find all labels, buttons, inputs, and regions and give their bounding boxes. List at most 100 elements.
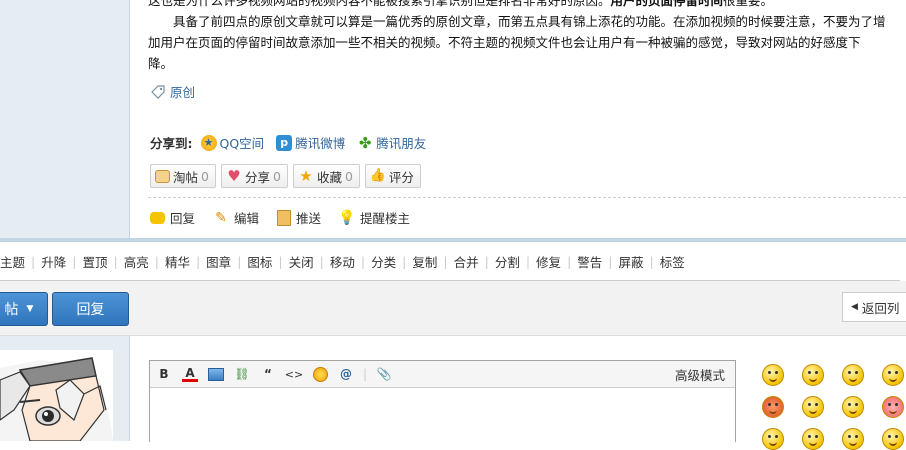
- button-label: 分享: [244, 169, 270, 185]
- post-tag[interactable]: 原创: [150, 82, 195, 101]
- share-qzone[interactable]: ★ QQ空间: [200, 133, 265, 152]
- push-icon: [277, 209, 292, 226]
- mod-item[interactable]: 关闭: [283, 252, 320, 271]
- reply-textarea[interactable]: [150, 388, 735, 442]
- smiley-icon[interactable]: [802, 396, 824, 418]
- pencil-icon: ✎: [215, 209, 227, 226]
- mod-item[interactable]: 屏蔽: [613, 252, 650, 271]
- post-paragraph-1: 具备了前四点的原创文章就可以算是一篇优秀的原创文章，而第五点具有锦上添花的功能。…: [148, 11, 898, 74]
- mod-item[interactable]: 分割: [489, 252, 526, 271]
- post-action-row: 回复 ✎ 编辑 推送 💡 提醒楼主: [150, 208, 410, 227]
- smiley-icon[interactable]: [802, 428, 824, 450]
- smiley-icon[interactable]: [762, 428, 784, 450]
- share-item-label: 腾讯朋友: [376, 136, 427, 151]
- smiley-icon[interactable]: [882, 364, 904, 386]
- smiley-icon[interactable]: [842, 396, 864, 418]
- share-tencent-weibo[interactable]: p 腾讯微博: [276, 133, 345, 152]
- new-post-button[interactable]: 帖 ▼: [0, 292, 48, 326]
- mod-item[interactable]: 升降: [35, 252, 72, 271]
- reply-author-sidebar: [0, 336, 130, 441]
- share-item-label: QQ空间: [219, 136, 265, 151]
- share-row: 分享到: ★ QQ空间 p 腾讯微博 ✤ 腾讯朋友: [150, 133, 438, 152]
- mod-item[interactable]: 警告: [571, 252, 608, 271]
- reply-toolbar: 帖 ▼ 回复 ◀ 返回列: [0, 281, 906, 336]
- mod-item[interactable]: 置顶: [76, 252, 113, 271]
- tray-icon: [155, 169, 170, 183]
- mod-item[interactable]: 高亮: [118, 252, 155, 271]
- mod-item[interactable]: 标签: [654, 252, 691, 271]
- mod-item[interactable]: 主题: [0, 252, 31, 271]
- font-color-icon[interactable]: A: [182, 366, 198, 382]
- taotie-button[interactable]: 淘帖 0: [150, 164, 216, 188]
- paragraph-line: 加用户在页面的停留时间故意添加一些不相关的视频。不符主题的视频文件也会让用户有一…: [148, 35, 861, 50]
- share-button[interactable]: ♥ 分享 0: [220, 164, 288, 188]
- post-author-sidebar: [0, 0, 130, 238]
- paragraph-text: 这也是为什么许多视频网站的视频内容不能被搜索引擎识别但是排名非常好的原因。: [148, 0, 611, 8]
- button-label: 评分: [388, 169, 414, 185]
- post-button-row: 淘帖 0 ♥ 分享 0 ★ 收藏 0 👍 评分: [150, 164, 421, 188]
- smiley-panel: [762, 364, 906, 450]
- paragraph-line: 具备了前四点的原创文章就可以算是一篇优秀的原创文章，而第五点具有锦上添花的功能。…: [148, 14, 886, 29]
- mod-item[interactable]: 移动: [324, 252, 361, 271]
- image-icon[interactable]: [208, 366, 224, 382]
- tencent-weibo-icon: p: [276, 134, 293, 151]
- button-label: 帖: [4, 302, 19, 318]
- smiley-icon[interactable]: [762, 396, 784, 418]
- reply-action[interactable]: 回复: [150, 208, 195, 227]
- smiley-icon[interactable]: [842, 364, 864, 386]
- at-icon[interactable]: @: [338, 366, 354, 382]
- push-action[interactable]: 推送: [277, 208, 321, 227]
- edit-action[interactable]: ✎ 编辑: [213, 208, 259, 227]
- mod-item[interactable]: 修复: [530, 252, 567, 271]
- star-icon: ★: [299, 167, 313, 185]
- button-count: 0: [201, 168, 209, 184]
- smiley-icon[interactable]: [882, 396, 904, 418]
- rate-button[interactable]: 👍 评分: [364, 164, 421, 188]
- mod-item[interactable]: 复制: [406, 252, 443, 271]
- reply-bubble-icon: [150, 211, 165, 224]
- reply-editor: B A ⛓ “ <> @ | 📎 高级模式: [149, 360, 736, 442]
- action-label: 编辑: [234, 211, 260, 226]
- quote-icon[interactable]: “: [260, 366, 276, 382]
- mod-item[interactable]: 图章: [200, 252, 237, 271]
- divider: [148, 197, 906, 198]
- button-label: 返回列: [861, 300, 900, 316]
- qzone-icon: ★: [200, 134, 217, 151]
- heart-icon: ♥: [227, 167, 241, 185]
- code-icon[interactable]: <>: [285, 366, 303, 382]
- chevron-left-icon: ◀: [851, 302, 858, 312]
- smiley-icon[interactable]: [802, 364, 824, 386]
- share-item-label: 腾讯微博: [295, 136, 346, 151]
- button-label: 回复: [76, 302, 105, 318]
- link-icon[interactable]: ⛓: [234, 366, 250, 382]
- mod-item[interactable]: 图标: [241, 252, 278, 271]
- post-content: 这也是为什么许多视频网站的视频内容不能被搜索引擎识别但是排名非常好的原因。用户的…: [148, 0, 906, 238]
- avatar: [0, 350, 113, 441]
- reply-button[interactable]: 回复: [52, 292, 129, 326]
- remind-author-action[interactable]: 💡 提醒楼主: [338, 208, 411, 227]
- post-area: 这也是为什么许多视频网站的视频内容不能被搜索引擎识别但是排名非常好的原因。用户的…: [0, 0, 906, 238]
- separator: |: [362, 367, 368, 381]
- smiley-icon[interactable]: [762, 364, 784, 386]
- clover-icon: ✤: [358, 133, 372, 152]
- button-label: 收藏: [316, 169, 342, 185]
- share-tencent-friends[interactable]: ✤ 腾讯朋友: [357, 133, 426, 152]
- paragraph-text-tail: 很重要。: [723, 0, 774, 8]
- paragraph-line: 降。: [148, 56, 174, 71]
- smiley-icon[interactable]: [842, 428, 864, 450]
- button-count: 0: [344, 168, 353, 184]
- mod-item[interactable]: 分类: [365, 252, 402, 271]
- attachment-icon[interactable]: 📎: [376, 366, 392, 382]
- share-label: 分享到:: [150, 136, 193, 151]
- emoji-icon[interactable]: [312, 366, 328, 382]
- smiley-icon[interactable]: [882, 428, 904, 450]
- mod-item[interactable]: 合并: [448, 252, 485, 271]
- back-to-list-button[interactable]: ◀ 返回列: [842, 292, 906, 322]
- action-label: 提醒楼主: [360, 211, 411, 226]
- post-paragraph-0: 这也是为什么许多视频网站的视频内容不能被搜索引擎识别但是排名非常好的原因。用户的…: [148, 0, 898, 11]
- advanced-mode-link[interactable]: 高级模式: [675, 365, 725, 384]
- action-label: 回复: [170, 211, 196, 226]
- bold-icon[interactable]: B: [156, 366, 172, 382]
- mod-item[interactable]: 精华: [159, 252, 196, 271]
- favorite-button[interactable]: ★ 收藏 0: [292, 164, 360, 188]
